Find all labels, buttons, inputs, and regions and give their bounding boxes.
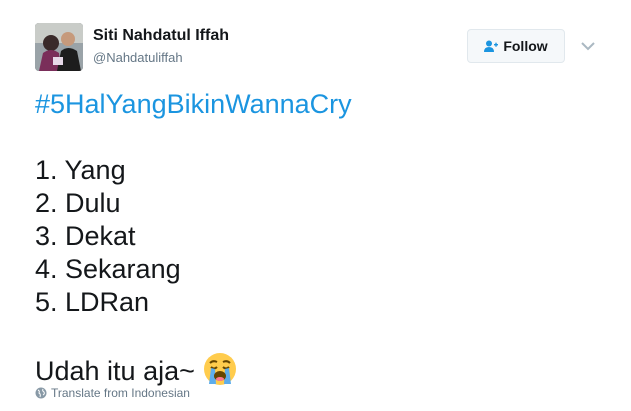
list-item: 2. Dulu xyxy=(35,188,121,218)
globe-icon xyxy=(35,387,47,399)
user-handle[interactable]: @Nahdatuliffah xyxy=(93,50,183,65)
follow-button[interactable]: Follow xyxy=(467,29,565,63)
loudly-crying-face-icon xyxy=(203,353,236,385)
hashtag-link[interactable]: #5HalYangBikinWannaCry xyxy=(35,88,595,121)
tweet-text: #5HalYangBikinWannaCry 1. Yang 2. Dulu 3… xyxy=(35,88,595,388)
add-user-icon xyxy=(484,40,499,52)
list-item: 3. Dekat xyxy=(35,221,136,251)
list-item: 5. LDRan xyxy=(35,287,150,317)
avatar-photo xyxy=(35,23,83,71)
closing-line: Udah itu aja~ xyxy=(35,352,595,388)
closing-text: Udah itu aja~ xyxy=(35,356,195,386)
chevron-down-icon[interactable] xyxy=(580,40,596,52)
follow-label: Follow xyxy=(503,38,548,54)
avatar[interactable] xyxy=(35,23,83,71)
translate-label[interactable]: Translate from Indonesian xyxy=(51,386,190,400)
translate-link[interactable]: Translate from Indonesian xyxy=(35,386,190,400)
list-item: 4. Sekarang xyxy=(35,254,181,284)
display-name[interactable]: Siti Nahdatul Iffah xyxy=(93,27,229,45)
list-item: 1. Yang xyxy=(35,155,126,185)
